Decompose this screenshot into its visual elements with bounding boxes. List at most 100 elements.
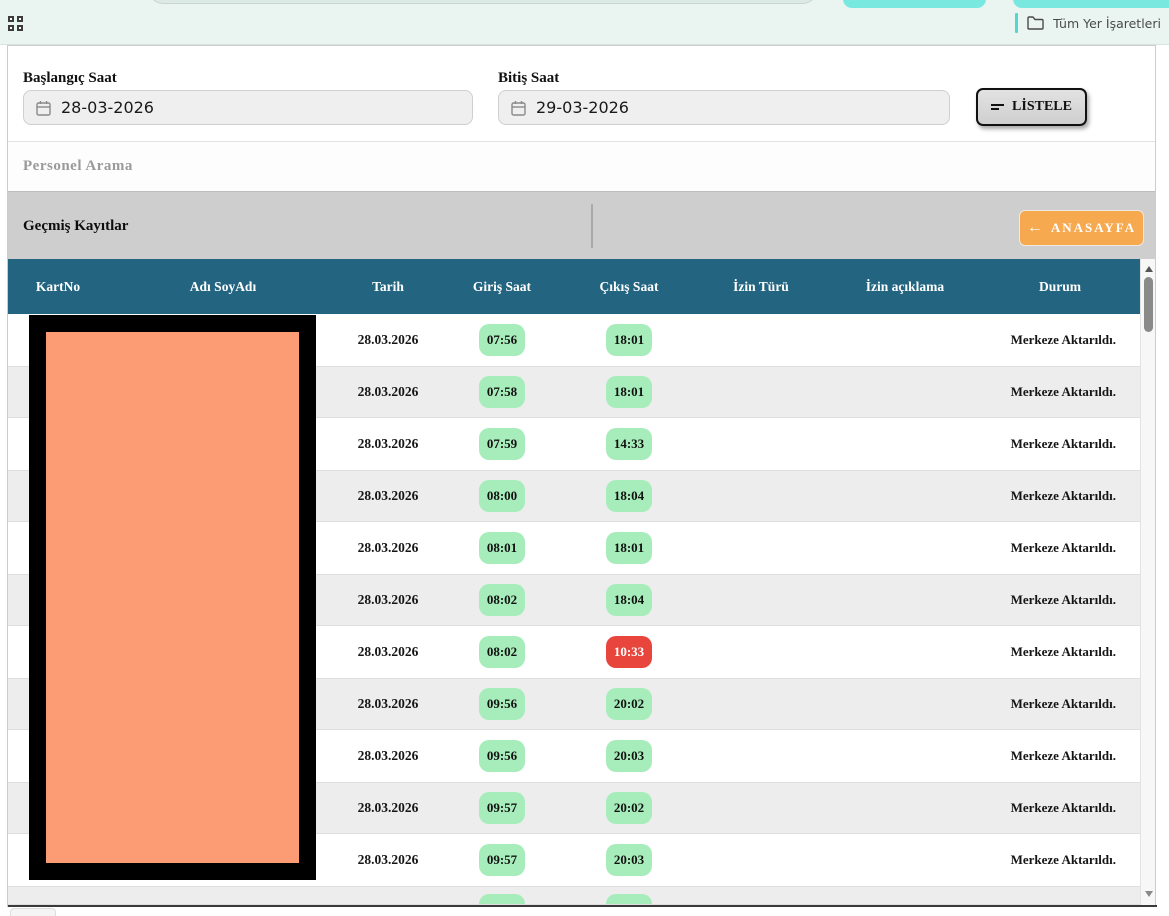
- cell-date: 28.03.2026: [338, 540, 438, 556]
- cell-status: Merkeze Aktarıldı.: [980, 592, 1140, 608]
- browser-pill-button-2[interactable]: [1013, 0, 1169, 8]
- partial-bottom-element: [10, 908, 56, 916]
- cell-entry: 08:01: [438, 532, 566, 564]
- exit-time-badge: 18:01: [606, 324, 652, 356]
- cell-status: Merkeze Aktarıldı.: [980, 488, 1140, 504]
- entry-time-badge: 09:56: [479, 688, 525, 720]
- cell-exit: [566, 894, 692, 905]
- cell-status: Merkeze Aktarıldı.: [980, 800, 1140, 816]
- exit-time-badge: 18:01: [606, 376, 652, 408]
- cell-entry: 07:56: [438, 324, 566, 356]
- table-bottom-border: [8, 905, 1157, 907]
- personnel-search-section[interactable]: Personel Arama: [8, 141, 1155, 191]
- folder-icon: [1027, 16, 1044, 30]
- cell-status: Merkeze Aktarıldı.: [980, 696, 1140, 712]
- home-button-label: ANASAYFA: [1051, 220, 1136, 236]
- entry-time-badge: 08:01: [479, 532, 525, 564]
- bookmarks-divider: [1015, 13, 1018, 33]
- scrollbar-up-icon[interactable]: [1141, 261, 1156, 276]
- cell-date: 28.03.2026: [338, 748, 438, 764]
- end-date-value: 29-03-2026: [536, 98, 629, 117]
- entry-time-badge: 08:02: [479, 584, 525, 616]
- exit-time-badge: [606, 894, 652, 905]
- main-panel: Başlangıç Saat 28-03-2026 Bitiş Saat: [7, 45, 1156, 907]
- cell-entry: 08:00: [438, 480, 566, 512]
- cell-date: 28.03.2026: [338, 644, 438, 660]
- cell-exit: 10:33: [566, 636, 692, 668]
- cell-exit: 14:33: [566, 428, 692, 460]
- cell-exit: 20:03: [566, 740, 692, 772]
- calendar-icon: [511, 100, 526, 116]
- cell-exit: 20:02: [566, 688, 692, 720]
- col-header-leave-desc: İzin açıklama: [830, 279, 980, 295]
- cell-status: Merkeze Aktarıldı.: [980, 748, 1140, 764]
- cell-entry: 08:02: [438, 636, 566, 668]
- cell-status: Merkeze Aktarıldı.: [980, 384, 1140, 400]
- col-header-date: Tarih: [338, 279, 438, 295]
- cell-entry: 09:57: [438, 792, 566, 824]
- entry-time-badge: 08:00: [479, 480, 525, 512]
- table-scrollbar[interactable]: [1140, 259, 1155, 905]
- cell-exit: 20:02: [566, 792, 692, 824]
- list-button-label: LİSTELE: [1012, 99, 1072, 115]
- list-button[interactable]: LİSTELE: [976, 88, 1087, 126]
- cell-entry: 07:58: [438, 376, 566, 408]
- entry-time-badge: 07:58: [479, 376, 525, 408]
- cell-exit: 18:04: [566, 480, 692, 512]
- cell-exit: 18:04: [566, 584, 692, 616]
- personnel-search-label: Personel Arama: [23, 158, 133, 175]
- entry-time-badge: 07:56: [479, 324, 525, 356]
- cell-entry: 08:02: [438, 584, 566, 616]
- table-header-row: KartNo Adı SoyAdı Tarih Giriş Saat Çıkış…: [8, 259, 1140, 314]
- cell-status: Merkeze Aktarıldı.: [980, 852, 1140, 868]
- exit-time-badge: 18:04: [606, 584, 652, 616]
- col-header-exit: Çıkış Saat: [566, 279, 692, 295]
- address-bar[interactable]: [147, 0, 819, 4]
- cell-entry: 09:57: [438, 844, 566, 876]
- col-header-leave-type: İzin Türü: [692, 279, 830, 295]
- exit-time-badge: 20:03: [606, 740, 652, 772]
- exit-time-badge: 18:04: [606, 480, 652, 512]
- cell-date: 28.03.2026: [338, 332, 438, 348]
- cell-entry: [438, 894, 566, 905]
- exit-time-badge: 20:02: [606, 792, 652, 824]
- entry-time-badge: 09:57: [479, 844, 525, 876]
- cell-entry: 09:56: [438, 688, 566, 720]
- table-row[interactable]: [8, 886, 1140, 905]
- cell-date: 28.03.2026: [338, 436, 438, 452]
- cell-exit: 18:01: [566, 324, 692, 356]
- list-icon: [991, 102, 1004, 112]
- cell-date: 28.03.2026: [338, 488, 438, 504]
- end-date-label: Bitiş Saat: [498, 70, 559, 87]
- history-header-band: Geçmiş Kayıtlar ← ANASAYFA: [8, 191, 1155, 259]
- scrollbar-down-icon[interactable]: [1141, 886, 1156, 901]
- cell-status: Merkeze Aktarıldı.: [980, 540, 1140, 556]
- cell-date: 28.03.2026: [338, 800, 438, 816]
- col-header-entry: Giriş Saat: [438, 279, 566, 295]
- cell-exit: 20:03: [566, 844, 692, 876]
- exit-time-badge: 20:02: [606, 688, 652, 720]
- start-date-label: Başlangıç Saat: [23, 70, 117, 87]
- entry-time-badge: [479, 894, 525, 905]
- bookmarks-area[interactable]: Tüm Yer İşaretleri: [1015, 13, 1161, 33]
- back-arrow-icon: ←: [1027, 219, 1043, 237]
- cell-entry: 07:59: [438, 428, 566, 460]
- entry-time-badge: 07:59: [479, 428, 525, 460]
- end-date-input[interactable]: 29-03-2026: [498, 90, 950, 125]
- records-table: KartNo Adı SoyAdı Tarih Giriş Saat Çıkış…: [8, 259, 1155, 905]
- scrollbar-thumb[interactable]: [1144, 277, 1153, 332]
- filter-section: Başlangıç Saat 28-03-2026 Bitiş Saat: [8, 46, 1155, 141]
- col-header-status: Durum: [980, 279, 1140, 295]
- calendar-icon: [36, 100, 51, 116]
- cell-status: Merkeze Aktarıldı.: [980, 332, 1140, 348]
- start-date-input[interactable]: 28-03-2026: [23, 90, 473, 125]
- exit-time-badge: 18:01: [606, 532, 652, 564]
- cell-exit: 18:01: [566, 376, 692, 408]
- history-title: Geçmiş Kayıtlar: [23, 218, 128, 235]
- home-button[interactable]: ← ANASAYFA: [1019, 210, 1144, 246]
- browser-pill-button-1[interactable]: [843, 0, 986, 8]
- app-grid-icon[interactable]: [8, 16, 23, 31]
- cell-date: 28.03.2026: [338, 852, 438, 868]
- exit-time-badge: 14:33: [606, 428, 652, 460]
- entry-time-badge: 09:56: [479, 740, 525, 772]
